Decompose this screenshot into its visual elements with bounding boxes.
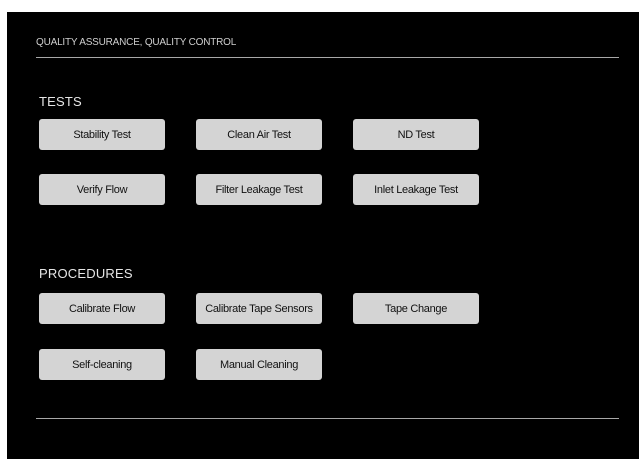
qa-qc-screen: QUALITY ASSURANCE, QUALITY CONTROL TESTS… (7, 12, 639, 459)
calibrate-flow-button[interactable]: Calibrate Flow (39, 293, 165, 324)
filter-leakage-test-button[interactable]: Filter Leakage Test (196, 174, 322, 205)
inlet-leakage-test-button[interactable]: Inlet Leakage Test (353, 174, 479, 205)
procedures-heading: PROCEDURES (39, 266, 133, 281)
header-divider (36, 57, 619, 58)
page-title: QUALITY ASSURANCE, QUALITY CONTROL (36, 37, 237, 48)
verify-flow-button[interactable]: Verify Flow (39, 174, 165, 205)
tests-heading: TESTS (39, 94, 82, 109)
tape-change-button[interactable]: Tape Change (353, 293, 479, 324)
manual-cleaning-button[interactable]: Manual Cleaning (196, 349, 322, 380)
footer-divider (36, 418, 619, 419)
nd-test-button[interactable]: ND Test (353, 119, 479, 150)
self-cleaning-button[interactable]: Self-cleaning (39, 349, 165, 380)
clean-air-test-button[interactable]: Clean Air Test (196, 119, 322, 150)
calibrate-tape-sensors-button[interactable]: Calibrate Tape Sensors (196, 293, 322, 324)
stability-test-button[interactable]: Stability Test (39, 119, 165, 150)
